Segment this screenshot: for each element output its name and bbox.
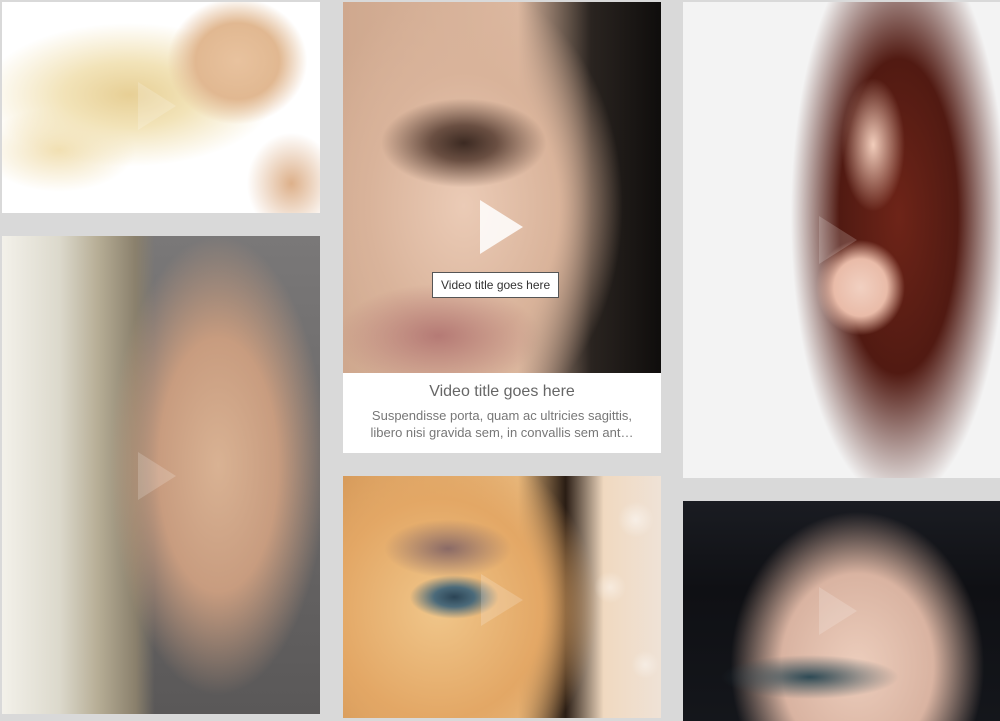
video-caption: Video title goes here Suspendisse porta,… [343,373,661,453]
thumbnail-image [343,2,661,373]
play-icon [138,452,176,500]
video-description: Suspendisse porta, quam ac ultricies sag… [371,408,633,423]
play-icon [138,82,176,130]
gallery-item-eye-makeup[interactable]: Video title goes here Video title goes h… [343,2,661,453]
play-icon [481,574,523,626]
gallery-item-auburn-hair[interactable] [683,2,1000,478]
gallery-item-platinum-profile[interactable] [2,236,320,714]
video-title[interactable]: Video title goes here [343,383,661,401]
video-title-tooltip: Video title goes here [432,272,560,298]
gallery-item-blue-eye[interactable] [343,476,661,718]
play-icon [819,216,857,264]
play-icon [819,587,857,635]
gallery-item-blonde-hair[interactable] [2,2,320,213]
gallery-item-dark-hair[interactable] [683,501,1000,721]
video-description: libero nisi gravida sem, in convallis se… [370,425,634,440]
play-icon[interactable] [480,200,523,254]
